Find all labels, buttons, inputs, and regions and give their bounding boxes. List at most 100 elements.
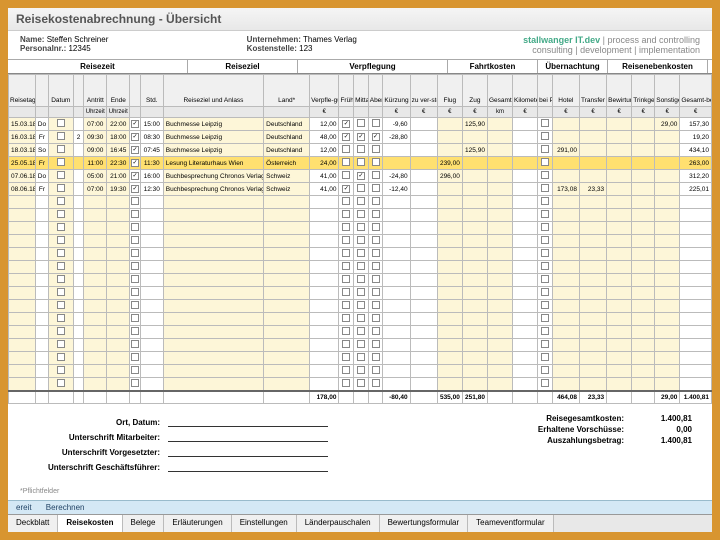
cell[interactable] <box>655 300 680 313</box>
cell[interactable] <box>368 196 383 209</box>
cell[interactable] <box>84 378 107 391</box>
cell[interactable] <box>9 378 36 391</box>
cell[interactable]: 434,10 <box>680 144 712 157</box>
cell[interactable] <box>140 378 163 391</box>
checkbox[interactable] <box>57 379 65 387</box>
cell[interactable] <box>607 274 632 287</box>
cell[interactable] <box>107 352 130 365</box>
cell[interactable] <box>513 131 538 144</box>
cell[interactable] <box>354 183 369 196</box>
cell[interactable] <box>632 365 655 378</box>
cell[interactable] <box>437 248 462 261</box>
cell[interactable] <box>513 209 538 222</box>
cell[interactable] <box>368 222 383 235</box>
cell[interactable] <box>310 261 339 274</box>
cell[interactable] <box>163 313 263 326</box>
cell[interactable] <box>513 378 538 391</box>
cell[interactable] <box>368 183 383 196</box>
cell[interactable] <box>73 170 83 183</box>
cell[interactable] <box>680 209 712 222</box>
cell[interactable] <box>310 248 339 261</box>
cell[interactable] <box>552 326 579 339</box>
cell[interactable] <box>264 261 310 274</box>
cell[interactable] <box>632 326 655 339</box>
cell[interactable] <box>368 313 383 326</box>
cell[interactable] <box>410 183 437 196</box>
cell[interactable]: ✓ <box>339 131 354 144</box>
cell[interactable] <box>48 248 73 261</box>
cell[interactable] <box>487 300 512 313</box>
cell[interactable]: Schweiz <box>264 170 310 183</box>
cell[interactable] <box>84 222 107 235</box>
cell[interactable] <box>310 352 339 365</box>
checkbox[interactable] <box>372 210 380 218</box>
cell[interactable]: 05:00 <box>84 170 107 183</box>
cell[interactable]: Do <box>36 118 49 131</box>
cell[interactable] <box>339 248 354 261</box>
cell[interactable] <box>607 313 632 326</box>
cell[interactable]: 125,90 <box>462 144 487 157</box>
table-row[interactable]: 07.06.18Do05:0021:00✓16:00Buchbesprechun… <box>9 170 712 183</box>
checkbox[interactable]: ✓ <box>131 146 139 154</box>
cell[interactable] <box>383 248 410 261</box>
cell[interactable] <box>73 326 83 339</box>
cell[interactable] <box>513 144 538 157</box>
checkbox[interactable]: ✓ <box>131 120 139 128</box>
cell[interactable]: 15.03.18 <box>9 118 36 131</box>
cell[interactable] <box>130 365 140 378</box>
cell[interactable] <box>84 248 107 261</box>
cell[interactable] <box>579 235 606 248</box>
cell[interactable] <box>163 339 263 352</box>
checkbox[interactable] <box>131 210 139 218</box>
cell[interactable] <box>655 274 680 287</box>
cell[interactable] <box>552 248 579 261</box>
cell[interactable] <box>130 222 140 235</box>
cell[interactable] <box>9 300 36 313</box>
cell[interactable]: 21:00 <box>107 170 130 183</box>
cell[interactable] <box>163 378 263 391</box>
cell[interactable]: 07:45 <box>140 144 163 157</box>
cell[interactable] <box>84 261 107 274</box>
checkbox[interactable] <box>342 327 350 335</box>
cell[interactable] <box>607 209 632 222</box>
cell[interactable] <box>462 209 487 222</box>
checkbox[interactable] <box>342 171 350 179</box>
checkbox[interactable] <box>541 275 549 283</box>
cell[interactable] <box>36 326 49 339</box>
cell[interactable] <box>487 235 512 248</box>
cell[interactable] <box>339 144 354 157</box>
sig-mit-line[interactable] <box>168 433 328 442</box>
checkbox[interactable] <box>131 314 139 322</box>
checkbox[interactable] <box>372 171 380 179</box>
cell[interactable]: 125,90 <box>462 118 487 131</box>
cell[interactable] <box>538 196 553 209</box>
cell[interactable] <box>607 339 632 352</box>
cell[interactable] <box>383 274 410 287</box>
cell[interactable] <box>368 248 383 261</box>
checkbox[interactable] <box>57 171 65 179</box>
cell[interactable] <box>130 261 140 274</box>
cell[interactable] <box>513 196 538 209</box>
cell[interactable] <box>437 235 462 248</box>
cell[interactable]: -24,80 <box>383 170 410 183</box>
cell[interactable] <box>9 313 36 326</box>
checkbox[interactable] <box>57 366 65 374</box>
checkbox[interactable] <box>342 340 350 348</box>
cell[interactable] <box>437 378 462 391</box>
cell[interactable] <box>538 378 553 391</box>
cell[interactable] <box>9 209 36 222</box>
cell[interactable] <box>84 300 107 313</box>
checkbox[interactable] <box>57 210 65 218</box>
cell[interactable] <box>552 235 579 248</box>
cell[interactable] <box>632 339 655 352</box>
checkbox[interactable] <box>57 275 65 283</box>
cell[interactable]: Buchmesse Leipzig <box>163 144 263 157</box>
checkbox[interactable] <box>372 158 380 166</box>
cell[interactable] <box>552 131 579 144</box>
cell[interactable] <box>36 365 49 378</box>
cell[interactable] <box>655 157 680 170</box>
cell[interactable] <box>655 196 680 209</box>
cell[interactable] <box>680 287 712 300</box>
cell[interactable] <box>655 365 680 378</box>
cell[interactable]: 11:00 <box>84 157 107 170</box>
